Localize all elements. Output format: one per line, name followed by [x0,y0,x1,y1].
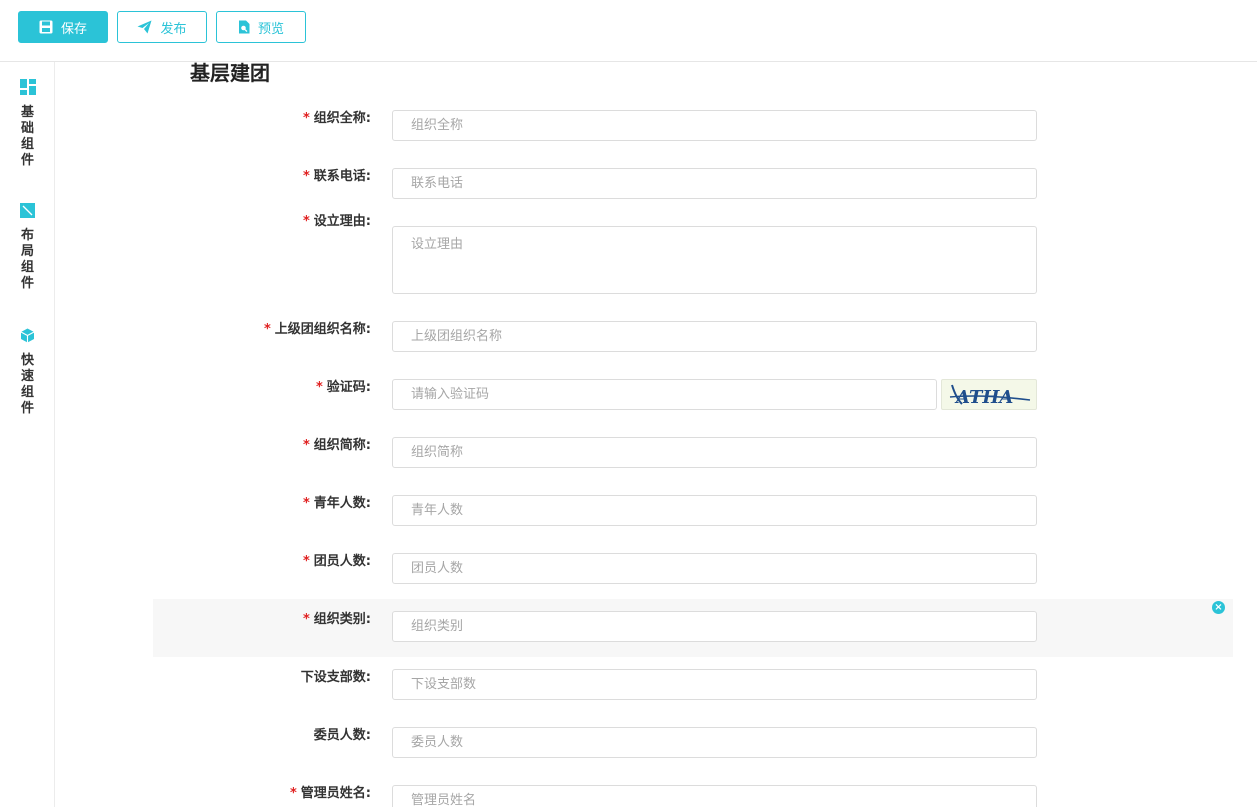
form-row-captcha: *验证码: ATHA [153,367,1233,425]
captcha-input[interactable] [392,379,937,410]
field-label: * 青年人数: [302,496,371,511]
toolbar: 保存 发布 预览 [0,0,1257,62]
sidebar-item-basic-components[interactable]: 基础组件 [0,79,55,169]
field-label: * 团员人数: [302,554,371,569]
save-button-label: 保存 [60,21,87,37]
captcha-image[interactable]: ATHA [941,379,1037,410]
field-label: * 组织类别: [302,612,371,627]
preview-button-label: 预览 [257,21,284,37]
paper-plane-icon [137,20,152,34]
cube-icon [20,328,35,347]
form-row-branch-count: 下设支部数: [153,657,1233,715]
sidebar-item-quick-components[interactable]: 快速组件 [0,328,55,417]
sidebar-item-label: 布局组件 [20,228,34,291]
form-row-org-full-name: * 组织全称: [153,98,1233,156]
form-row-org-category[interactable]: *组织类别: × [153,599,1233,657]
sidebar-item-label: 基础组件 [20,105,34,168]
field-label: * 上级团组织名称: [263,322,371,337]
field-label: * 管理员姓名: [289,786,371,801]
parent-org-input[interactable] [392,321,1037,352]
save-button[interactable]: 保存 [18,11,108,43]
form-row-org-short-name: * 组织简称: [153,425,1233,483]
member-count-input[interactable] [392,553,1037,584]
admin-name-input[interactable] [392,785,1037,807]
field-label: * 设立理由: [302,214,371,229]
form-row-youth-count: * 青年人数: [153,483,1233,541]
org-full-name-input[interactable] [392,110,1037,141]
form-canvas: 基层建团 *组织全称: *联系电话: *设立理由: *上级团组织名称: *验证码… [55,62,1257,807]
committee-count-input[interactable] [392,727,1037,758]
form-row-admin-name: * 管理员姓名: [153,773,1233,807]
field-label: * 联系电话: [302,169,371,184]
reason-textarea[interactable] [392,226,1037,294]
save-icon [39,20,53,34]
form-title: 基层建团 [190,62,270,85]
publish-button-label: 发布 [160,21,187,37]
preview-button[interactable]: 预览 [216,11,306,43]
sidebar-item-label: 快速组件 [20,353,34,416]
field-label: * 验证码: [315,380,371,395]
remove-field-close-icon[interactable]: × [1212,601,1225,614]
org-category-input[interactable] [392,611,1037,642]
form-row-phone: * 联系电话: [153,156,1233,214]
form-row-member-count: * 团员人数: [153,541,1233,599]
branch-count-input[interactable] [392,669,1037,700]
youth-count-input[interactable] [392,495,1037,526]
field-label: 委员人数: [313,728,371,743]
field-label: 下设支部数: [300,670,371,685]
grid-icon [19,79,36,99]
form-row-parent-org: * 上级团组织名称: [153,309,1233,367]
phone-input[interactable] [392,168,1037,199]
component-sidebar: 基础组件 布局组件 快速组件 [0,62,55,807]
layout-icon [20,203,35,222]
field-label: * 组织全称: [302,111,371,126]
publish-button[interactable]: 发布 [117,11,207,43]
field-label: * 组织简称: [302,438,371,453]
form-row-committee-count: 委员人数: [153,715,1233,773]
preview-doc-icon [238,20,250,34]
form-row-reason: * 设立理由: [153,214,1233,314]
org-short-name-input[interactable] [392,437,1037,468]
sidebar-item-layout-components[interactable]: 布局组件 [0,203,55,292]
